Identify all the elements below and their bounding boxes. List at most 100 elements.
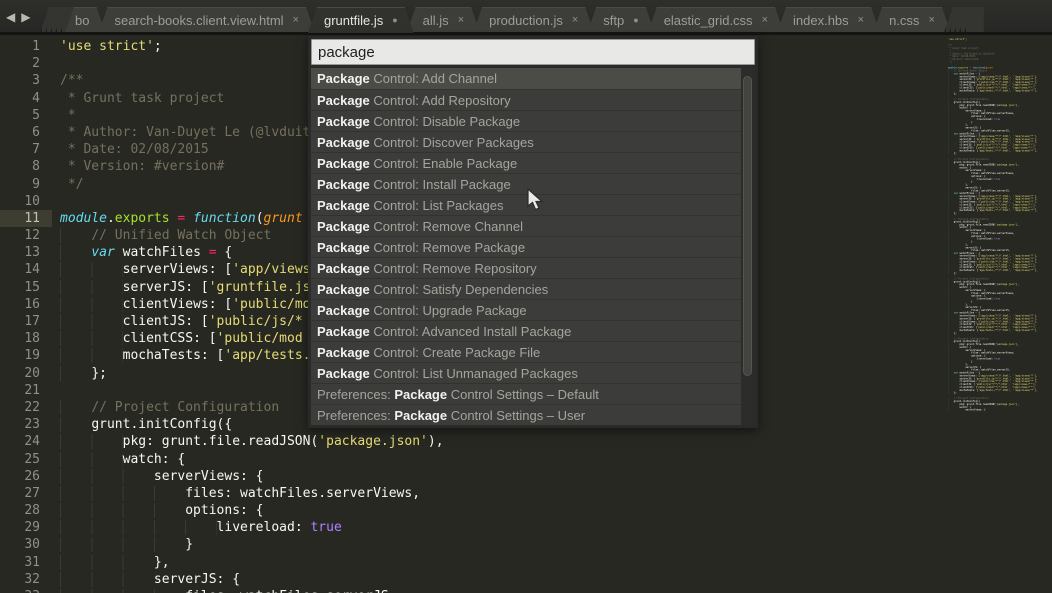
tab-production-js[interactable]: production.js × — [473, 7, 594, 33]
palette-item-package-control-list-unmanaged-packages[interactable]: Package Control: List Unmanaged Packages — [311, 362, 741, 383]
code-token: * Version: #version# — [948, 58, 978, 61]
code-line: mochaTests: ['app/tests./**/*.html', '!a… — [948, 389, 1047, 392]
tab-search-books-client-view-html[interactable]: search-books.client.view.html× — [98, 7, 315, 33]
tab-n-css[interactable]: n.css× — [873, 7, 951, 33]
palette-item-match: Package — [317, 114, 370, 129]
tab-label: bo — [75, 13, 89, 28]
line-number: 25 — [0, 451, 40, 468]
tab-label: production.js — [489, 13, 563, 28]
palette-item-match: Package — [317, 303, 370, 318]
tab-label: sftp — [603, 13, 624, 28]
command-palette-input[interactable] — [311, 39, 755, 65]
code-line: } — [60, 536, 444, 553]
code-token: livereload: — [977, 238, 994, 241]
scrollbar-thumb[interactable] — [743, 76, 752, 376]
line-number: 7 — [0, 141, 40, 158]
palette-item-rest: Control: Install Package — [370, 177, 511, 192]
code-line: mochaTests: ['app/tests./**/*.html', '!a… — [948, 89, 1047, 92]
palette-item-match: Package — [317, 219, 370, 234]
code-token: 'public/js/* — [209, 314, 303, 329]
code-token: ; — [965, 38, 966, 41]
code-token: 'package.json' — [996, 104, 1016, 107]
close-icon[interactable]: × — [858, 14, 864, 26]
tab-index-hbs[interactable]: index.hbs× — [777, 7, 880, 33]
palette-item-package-control-enable-package[interactable]: Package Control: Enable Package — [311, 152, 741, 173]
palette-item-rest: Control: Advanced Install Package — [370, 324, 572, 339]
palette-item-package-control-remove-channel[interactable]: Package Control: Remove Channel — [311, 215, 741, 236]
code-token: * Date: 02/08/2015 — [60, 142, 209, 157]
minimap[interactable]: 'use strict'; /** * Grunt task project *… — [948, 38, 1048, 590]
palette-item-rest: Control: Discover Packages — [370, 135, 534, 150]
indent-guides — [60, 245, 91, 260]
close-icon[interactable]: × — [572, 14, 578, 26]
command-palette-list: Package Control: Add ChannelPackage Cont… — [311, 68, 741, 425]
line-number: 11 — [0, 210, 40, 227]
palette-item-package-control-discover-packages[interactable]: Package Control: Discover Packages — [311, 131, 741, 152]
code-token: true — [994, 178, 1000, 181]
code-line: mochaTests: ['app/tests./**/*.html', '!a… — [948, 209, 1047, 212]
palette-item-package-control-satisfy-dependencies[interactable]: Package Control: Satisfy Dependencies — [311, 278, 741, 299]
code-line: }, — [60, 554, 444, 571]
indent-guides — [948, 409, 965, 412]
palette-item-package-control-upgrade-package[interactable]: Package Control: Upgrade Package — [311, 299, 741, 320]
code-token: clientViews: [ — [123, 297, 233, 312]
line-number: 30 — [0, 536, 40, 553]
code-token: ), — [1016, 223, 1019, 226]
code-token: }; — [954, 92, 957, 95]
palette-item-package-control-list-packages[interactable]: Package Control: List Packages — [311, 194, 741, 215]
palette-item-package-control-remove-repository[interactable]: Package Control: Remove Repository — [311, 257, 741, 278]
code-token: files: watchFiles.serverViews, — [185, 486, 420, 501]
tab-gruntfile-js[interactable]: gruntfile.js● — [308, 7, 414, 33]
code-token: watch: { — [123, 452, 186, 467]
code-token: * Version: #version# — [60, 159, 224, 174]
palette-item-package-control-advanced-install-package[interactable]: Package Control: Advanced Install Packag… — [311, 320, 741, 341]
close-icon[interactable]: × — [458, 14, 464, 26]
code-token: ; — [154, 39, 162, 54]
code-token: serverJS: { — [154, 572, 240, 587]
code-token: . — [107, 211, 115, 226]
line-number: 19 — [0, 347, 40, 364]
line-number: 16 — [0, 296, 40, 313]
code-token: mochaTests: [ — [960, 269, 979, 272]
code-token: }, — [154, 555, 170, 570]
tab-sftp[interactable]: sftp● — [587, 7, 654, 33]
code-token: options: { — [185, 503, 263, 518]
code-token: ), — [1016, 343, 1019, 346]
tab-all-js[interactable]: all.js× — [407, 7, 480, 33]
palette-item-preferences-package-control-settings-def[interactable]: Preferences: Package Control Settings – … — [311, 383, 741, 404]
palette-item-prefix: Preferences: — [317, 408, 394, 423]
tab-bar: ◀ ▶ bo search-books.client.view.html×grun… — [0, 0, 1052, 35]
palette-item-package-control-add-channel[interactable]: Package Control: Add Channel — [311, 68, 741, 89]
tab-elastic-grid-css[interactable]: elastic_grid.css× — [648, 7, 784, 33]
line-number: 22 — [0, 399, 40, 416]
palette-item-package-control-create-package-file[interactable]: Package Control: Create Package File — [311, 341, 741, 362]
line-number: 21 — [0, 382, 40, 399]
code-token: grunt.initConfig({ — [91, 417, 232, 432]
palette-item-match: Package — [317, 177, 370, 192]
code-token: true — [994, 118, 1000, 121]
code-token: } — [971, 240, 972, 243]
palette-item-match: Package — [317, 324, 370, 339]
palette-item-package-control-add-repository[interactable]: Package Control: Add Repository — [311, 89, 741, 110]
code-token: mochaTests: [ — [960, 149, 979, 152]
forward-arrow-icon[interactable]: ▶ — [21, 9, 30, 25]
close-icon[interactable]: × — [293, 14, 299, 26]
palette-item-package-control-install-package[interactable]: Package Control: Install Package — [311, 173, 741, 194]
line-number: 23 — [0, 416, 40, 433]
line-number: 33 — [0, 588, 40, 593]
palette-item-package-control-remove-package[interactable]: Package Control: Remove Package — [311, 236, 741, 257]
code-token: 'app/views — [232, 262, 310, 277]
palette-item-package-control-disable-package[interactable]: Package Control: Disable Package — [311, 110, 741, 131]
code-token: ), — [1016, 403, 1019, 406]
code-token: 'package.json' — [318, 434, 428, 449]
line-number: 27 — [0, 485, 40, 502]
back-arrow-icon[interactable]: ◀ — [6, 9, 15, 25]
code-token: serverViews: { — [965, 409, 985, 412]
palette-item-rest: Control Settings – User — [447, 408, 585, 423]
close-icon[interactable]: × — [762, 14, 768, 26]
code-token: 'public/mod — [217, 331, 303, 346]
palette-item-preferences-package-control-settings-use[interactable]: Preferences: Package Control Settings – … — [311, 404, 741, 425]
line-number: 32 — [0, 571, 40, 588]
line-number: 15 — [0, 279, 40, 296]
close-icon[interactable]: × — [928, 14, 934, 26]
